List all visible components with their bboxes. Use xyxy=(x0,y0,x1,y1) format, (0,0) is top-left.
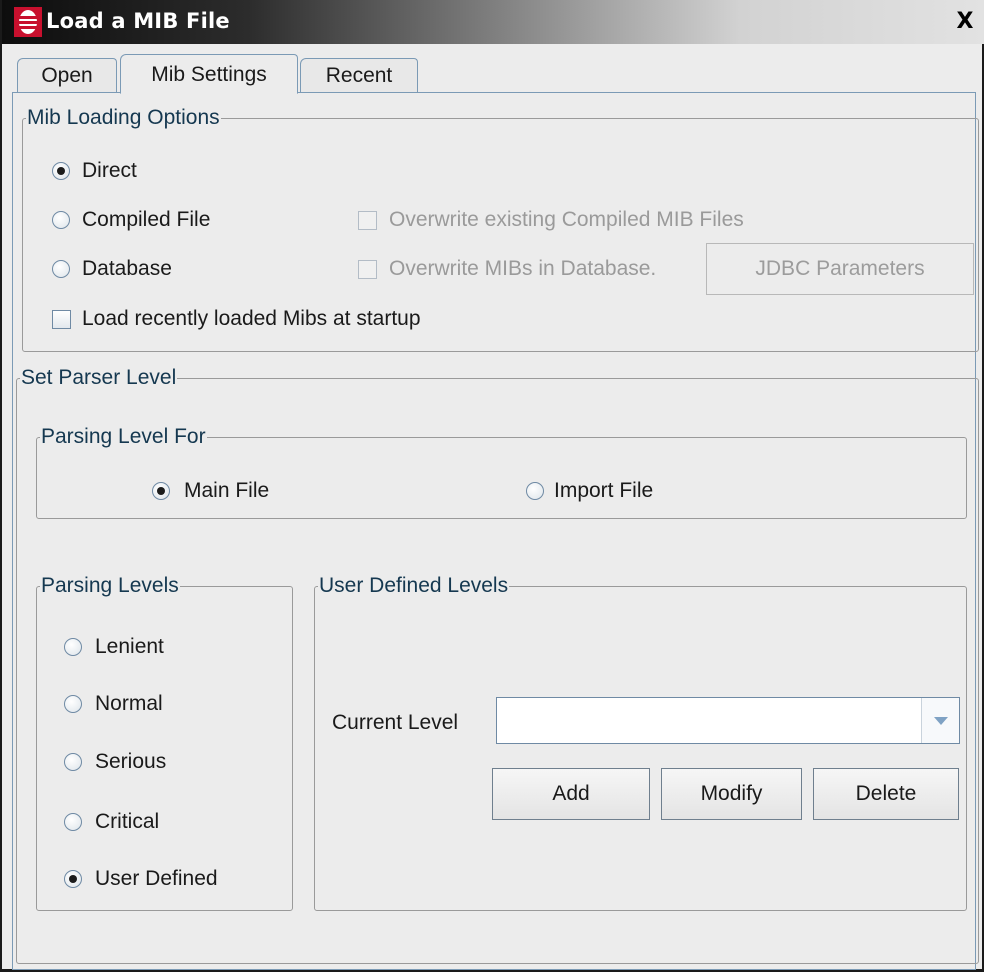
tab-recent[interactable]: Recent xyxy=(300,58,418,93)
load-mib-dialog: Load a MIB File X Open Mib Settings Rece… xyxy=(0,0,984,972)
overwrite-database-label[interactable]: Overwrite MIBs in Database. xyxy=(389,257,656,281)
overwrite-database-checkbox[interactable] xyxy=(358,260,377,279)
chevron-down-icon[interactable] xyxy=(921,698,959,743)
add-button[interactable]: Add xyxy=(492,768,650,820)
parsing-level-for-legend: Parsing Level For xyxy=(40,425,207,449)
jdbc-parameters-button[interactable]: JDBC Parameters xyxy=(706,243,974,295)
direct-radio[interactable] xyxy=(52,162,70,180)
current-level-combobox[interactable] xyxy=(496,697,960,744)
import-file-label[interactable]: Import File xyxy=(554,479,653,503)
database-radio[interactable] xyxy=(52,260,70,278)
overwrite-compiled-checkbox[interactable] xyxy=(358,211,377,230)
current-level-label: Current Level xyxy=(332,711,459,734)
mib-loading-options-legend: Mib Loading Options xyxy=(26,106,221,130)
direct-label[interactable]: Direct xyxy=(82,159,137,183)
parsing-levels-group xyxy=(36,586,293,911)
user-defined-levels-legend: User Defined Levels xyxy=(318,574,510,598)
modify-button[interactable]: Modify xyxy=(661,768,802,820)
delete-button[interactable]: Delete xyxy=(813,768,959,820)
close-button[interactable]: X xyxy=(952,11,978,35)
load-recent-checkbox[interactable] xyxy=(52,310,71,329)
app-icon xyxy=(14,7,42,37)
serious-radio[interactable] xyxy=(64,753,82,771)
overwrite-compiled-label[interactable]: Overwrite existing Compiled MIB Files xyxy=(389,208,744,232)
parsing-levels-legend: Parsing Levels xyxy=(40,574,180,598)
user-defined-label[interactable]: User Defined xyxy=(95,867,218,891)
tab-mib-settings[interactable]: Mib Settings xyxy=(120,54,298,94)
lenient-radio[interactable] xyxy=(64,638,82,656)
window-title: Load a MIB File xyxy=(46,9,230,33)
load-recent-label[interactable]: Load recently loaded Mibs at startup xyxy=(82,307,421,331)
main-file-radio[interactable] xyxy=(152,482,170,500)
set-parser-level-legend: Set Parser Level xyxy=(20,366,178,390)
critical-radio[interactable] xyxy=(64,813,82,831)
database-label[interactable]: Database xyxy=(82,257,172,281)
user-defined-levels-group xyxy=(314,586,967,911)
compiled-file-label[interactable]: Compiled File xyxy=(82,208,210,232)
serious-label[interactable]: Serious xyxy=(95,750,166,774)
title-bar[interactable]: Load a MIB File X xyxy=(2,0,984,44)
main-file-label[interactable]: Main File xyxy=(184,479,269,503)
tab-open[interactable]: Open xyxy=(17,58,117,93)
normal-label[interactable]: Normal xyxy=(95,692,163,716)
compiled-file-radio[interactable] xyxy=(52,211,70,229)
import-file-radio[interactable] xyxy=(526,482,544,500)
lenient-label[interactable]: Lenient xyxy=(95,635,164,659)
user-defined-radio[interactable] xyxy=(64,870,82,888)
normal-radio[interactable] xyxy=(64,695,82,713)
critical-label[interactable]: Critical xyxy=(95,810,159,834)
parsing-level-for-group xyxy=(36,437,967,519)
